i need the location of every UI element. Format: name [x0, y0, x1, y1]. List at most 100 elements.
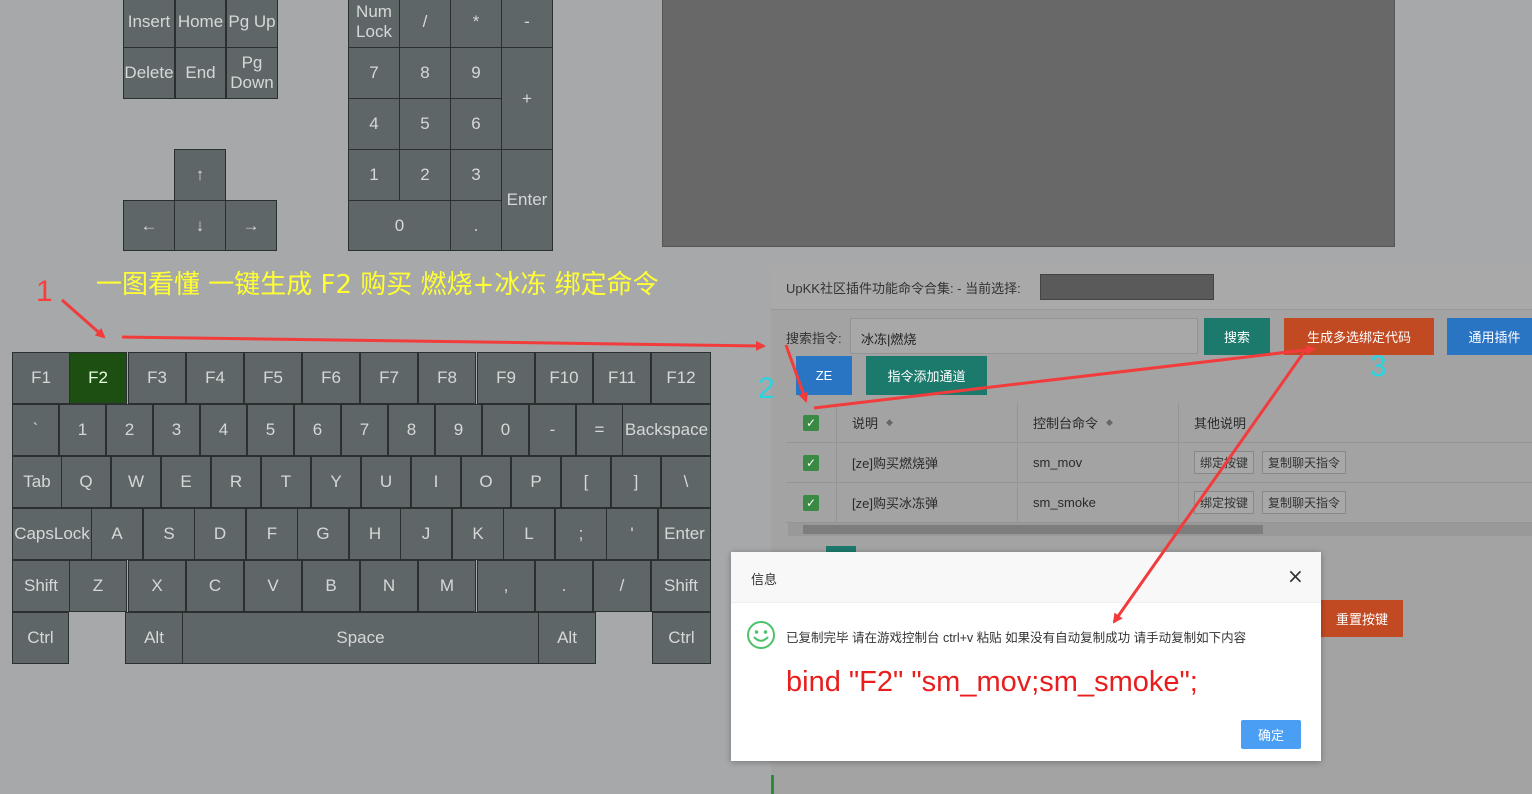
- key-pgup[interactable]: Pg Up: [226, 0, 278, 48]
- key-home-f[interactable]: F: [246, 508, 298, 560]
- key-bottom-alt[interactable]: Alt: [125, 612, 183, 664]
- copy-chat-command-button[interactable]: 复制聊天指令: [1262, 491, 1347, 514]
- select-all-cell[interactable]: ✓: [786, 403, 836, 442]
- key-num-8[interactable]: 8: [399, 47, 451, 99]
- key-number-sym11[interactable]: -: [529, 404, 576, 456]
- key-arrow-left[interactable]: ←: [123, 200, 175, 251]
- col-desc-header[interactable]: 说明 ◆: [836, 403, 1017, 442]
- key-number-6[interactable]: 6: [294, 404, 341, 456]
- key-home-k[interactable]: K: [452, 508, 504, 560]
- key-bottom-space[interactable]: Space: [182, 612, 539, 664]
- key-qwerty-o[interactable]: O: [461, 456, 511, 508]
- key-number-1[interactable]: 1: [59, 404, 106, 456]
- key-shift-sym10[interactable]: /: [593, 560, 651, 612]
- key-home-a[interactable]: A: [91, 508, 143, 560]
- row-checkbox[interactable]: ✓: [803, 454, 819, 471]
- key-num-plus[interactable]: +: [501, 47, 553, 150]
- key-delete[interactable]: Delete: [123, 47, 175, 99]
- key-numlock[interactable]: Num Lock: [348, 0, 400, 48]
- key-qwerty-r[interactable]: R: [211, 456, 261, 508]
- key-home-enter[interactable]: Enter: [658, 508, 711, 560]
- key-pgdown[interactable]: Pg Down: [226, 47, 278, 99]
- key-home-g[interactable]: G: [297, 508, 349, 560]
- key-qwerty-e[interactable]: E: [161, 456, 211, 508]
- key-home-j[interactable]: J: [400, 508, 452, 560]
- key-qwerty-t[interactable]: T: [261, 456, 311, 508]
- reset-keys-button[interactable]: 重置按键: [1321, 600, 1403, 637]
- key-shift-shift[interactable]: Shift: [12, 560, 70, 612]
- key-num-4[interactable]: 4: [348, 98, 400, 150]
- key-arrow-down[interactable]: ↓: [174, 200, 226, 251]
- key-qwerty-u[interactable]: U: [361, 456, 411, 508]
- key-insert[interactable]: Insert: [123, 0, 175, 48]
- key-num-3[interactable]: 3: [450, 149, 502, 201]
- key-bottom-alt[interactable]: Alt: [538, 612, 596, 664]
- scrollbar-thumb[interactable]: [803, 525, 1263, 534]
- key-function-f11[interactable]: F11: [593, 352, 651, 404]
- key-function-f7[interactable]: F7: [360, 352, 418, 404]
- key-bottom-ctrl[interactable]: Ctrl: [12, 612, 69, 664]
- row-check-cell[interactable]: ✓: [786, 443, 836, 482]
- key-number-backspace[interactable]: Backspace: [622, 404, 711, 456]
- key-function-f9[interactable]: F9: [477, 352, 535, 404]
- table-row[interactable]: ✓ [ze]购买燃烧弹 sm_mov 绑定按键 复制聊天指令: [786, 443, 1532, 483]
- search-button[interactable]: 搜索: [1204, 318, 1270, 355]
- key-qwerty-sym11[interactable]: [: [561, 456, 611, 508]
- key-bottom-ctrl[interactable]: Ctrl: [652, 612, 711, 664]
- select-all-checkbox[interactable]: ✓: [803, 414, 819, 431]
- key-function-f3[interactable]: F3: [128, 352, 186, 404]
- key-shift-x[interactable]: X: [128, 560, 186, 612]
- ze-button[interactable]: ZE: [796, 356, 852, 395]
- key-function-f10[interactable]: F10: [535, 352, 593, 404]
- ok-button[interactable]: 确定: [1241, 720, 1301, 749]
- key-qwerty-q[interactable]: Q: [61, 456, 111, 508]
- row-checkbox[interactable]: ✓: [803, 494, 819, 511]
- key-qwerty-sym13[interactable]: \: [661, 456, 711, 508]
- key-home-d[interactable]: D: [194, 508, 246, 560]
- key-shift-v[interactable]: V: [244, 560, 302, 612]
- key-num-enter[interactable]: Enter: [501, 149, 553, 251]
- key-number-4[interactable]: 4: [200, 404, 247, 456]
- key-function-f6[interactable]: F6: [302, 352, 360, 404]
- key-shift-m[interactable]: M: [418, 560, 476, 612]
- key-shift-n[interactable]: N: [360, 560, 418, 612]
- key-num-1[interactable]: 1: [348, 149, 400, 201]
- key-home-sym10[interactable]: ;: [555, 508, 607, 560]
- copy-chat-command-button[interactable]: 复制聊天指令: [1262, 451, 1347, 474]
- key-home-l[interactable]: L: [503, 508, 555, 560]
- key-function-f2[interactable]: F2: [69, 352, 127, 404]
- key-number-sym0[interactable]: `: [12, 404, 59, 456]
- key-number-3[interactable]: 3: [153, 404, 200, 456]
- key-num-5[interactable]: 5: [399, 98, 451, 150]
- close-icon[interactable]: ×: [1287, 564, 1304, 588]
- key-home-sym11[interactable]: ': [606, 508, 658, 560]
- generate-bind-button[interactable]: 生成多选绑定代码: [1284, 318, 1434, 355]
- key-shift-sym9[interactable]: .: [535, 560, 593, 612]
- row-check-cell[interactable]: ✓: [786, 483, 836, 522]
- horizontal-scrollbar[interactable]: [788, 523, 1532, 536]
- key-home-capslock[interactable]: CapsLock: [12, 508, 92, 560]
- key-arrow-up[interactable]: ↑: [174, 149, 226, 201]
- key-function-f1[interactable]: F1: [12, 352, 70, 404]
- key-home-s[interactable]: S: [143, 508, 195, 560]
- key-qwerty-y[interactable]: Y: [311, 456, 361, 508]
- key-num-multiply[interactable]: *: [450, 0, 502, 48]
- key-qwerty-tab[interactable]: Tab: [12, 456, 62, 508]
- key-number-7[interactable]: 7: [341, 404, 388, 456]
- add-channel-button[interactable]: 指令添加通道: [866, 356, 987, 395]
- key-num-0[interactable]: 0: [348, 200, 451, 251]
- bind-key-button[interactable]: 绑定按键: [1194, 491, 1255, 514]
- key-num-2[interactable]: 2: [399, 149, 451, 201]
- key-qwerty-sym12[interactable]: ]: [611, 456, 661, 508]
- key-number-2[interactable]: 2: [106, 404, 153, 456]
- key-qwerty-i[interactable]: I: [411, 456, 461, 508]
- key-num-dot[interactable]: .: [450, 200, 502, 251]
- key-home[interactable]: Home: [175, 0, 226, 48]
- key-number-sym12[interactable]: =: [576, 404, 623, 456]
- table-row[interactable]: ✓ [ze]购买冰冻弹 sm_smoke 绑定按键 复制聊天指令: [786, 483, 1532, 523]
- key-function-f8[interactable]: F8: [418, 352, 476, 404]
- common-plugin-button[interactable]: 通用插件: [1447, 318, 1532, 355]
- key-number-8[interactable]: 8: [388, 404, 435, 456]
- key-arrow-right[interactable]: →: [225, 200, 277, 251]
- key-number-9[interactable]: 9: [435, 404, 482, 456]
